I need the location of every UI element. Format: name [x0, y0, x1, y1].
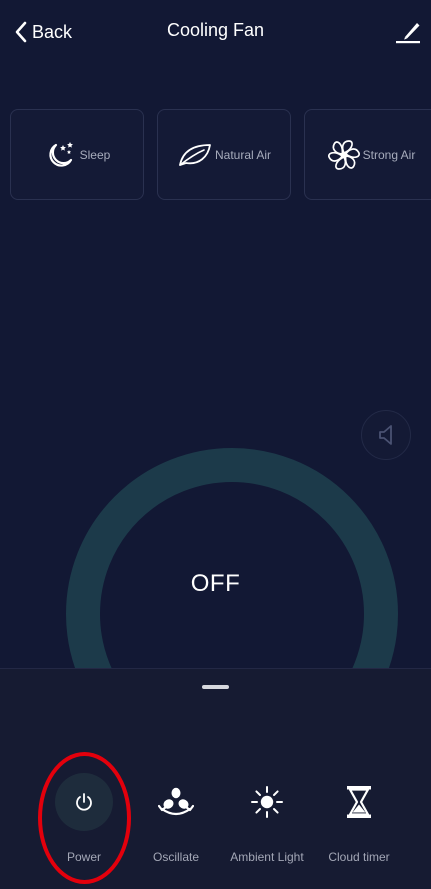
mode-sleep-button[interactable]: Sleep — [10, 109, 144, 200]
hourglass-icon — [347, 786, 371, 818]
mode-sleep-label: Sleep — [79, 147, 111, 162]
edit-button[interactable] — [393, 16, 423, 46]
leaf-icon — [179, 143, 211, 166]
mode-selector: Sleep Natural Air Strong Air — [10, 109, 431, 200]
mode-strong-air-label: Strong Air — [362, 147, 416, 162]
cloud-timer-label: Cloud timer — [328, 850, 390, 864]
sleep-moon-icon — [49, 141, 73, 167]
edit-pencil-icon — [396, 23, 420, 44]
cloud-timer-button[interactable]: Cloud timer — [309, 772, 409, 872]
oscillate-label: Oscillate — [152, 850, 199, 864]
oscillate-button[interactable]: Oscillate — [126, 772, 226, 872]
speaker-icon — [379, 425, 392, 445]
status-dial — [0, 0, 431, 668]
oscillate-fan-icon — [158, 787, 194, 816]
sun-icon — [251, 786, 283, 818]
page-title: Cooling Fan — [166, 20, 265, 40]
mode-natural-air-button[interactable]: Natural Air — [157, 109, 291, 200]
fan-blades-icon — [326, 139, 361, 170]
dial-ring — [66, 448, 398, 668]
mode-natural-air-label: Natural Air — [214, 147, 272, 162]
power-icon — [76, 793, 92, 811]
power-status-text: OFF — [190, 570, 241, 597]
sound-toggle-button[interactable] — [361, 410, 411, 460]
ambient-light-button[interactable]: Ambient Light — [217, 772, 317, 872]
ambient-light-label: Ambient Light — [230, 850, 304, 864]
panel-drag-handle[interactable] — [202, 685, 229, 689]
mode-strong-air-button[interactable]: Strong Air — [304, 109, 431, 200]
power-button[interactable]: Power — [34, 772, 134, 872]
power-button-circle — [55, 773, 113, 831]
function-panel: Power Oscillate Ambient Light Cloud time… — [0, 668, 431, 889]
power-label: Power — [66, 850, 101, 864]
nav-bar: Back Cooling Fan — [0, 0, 431, 64]
